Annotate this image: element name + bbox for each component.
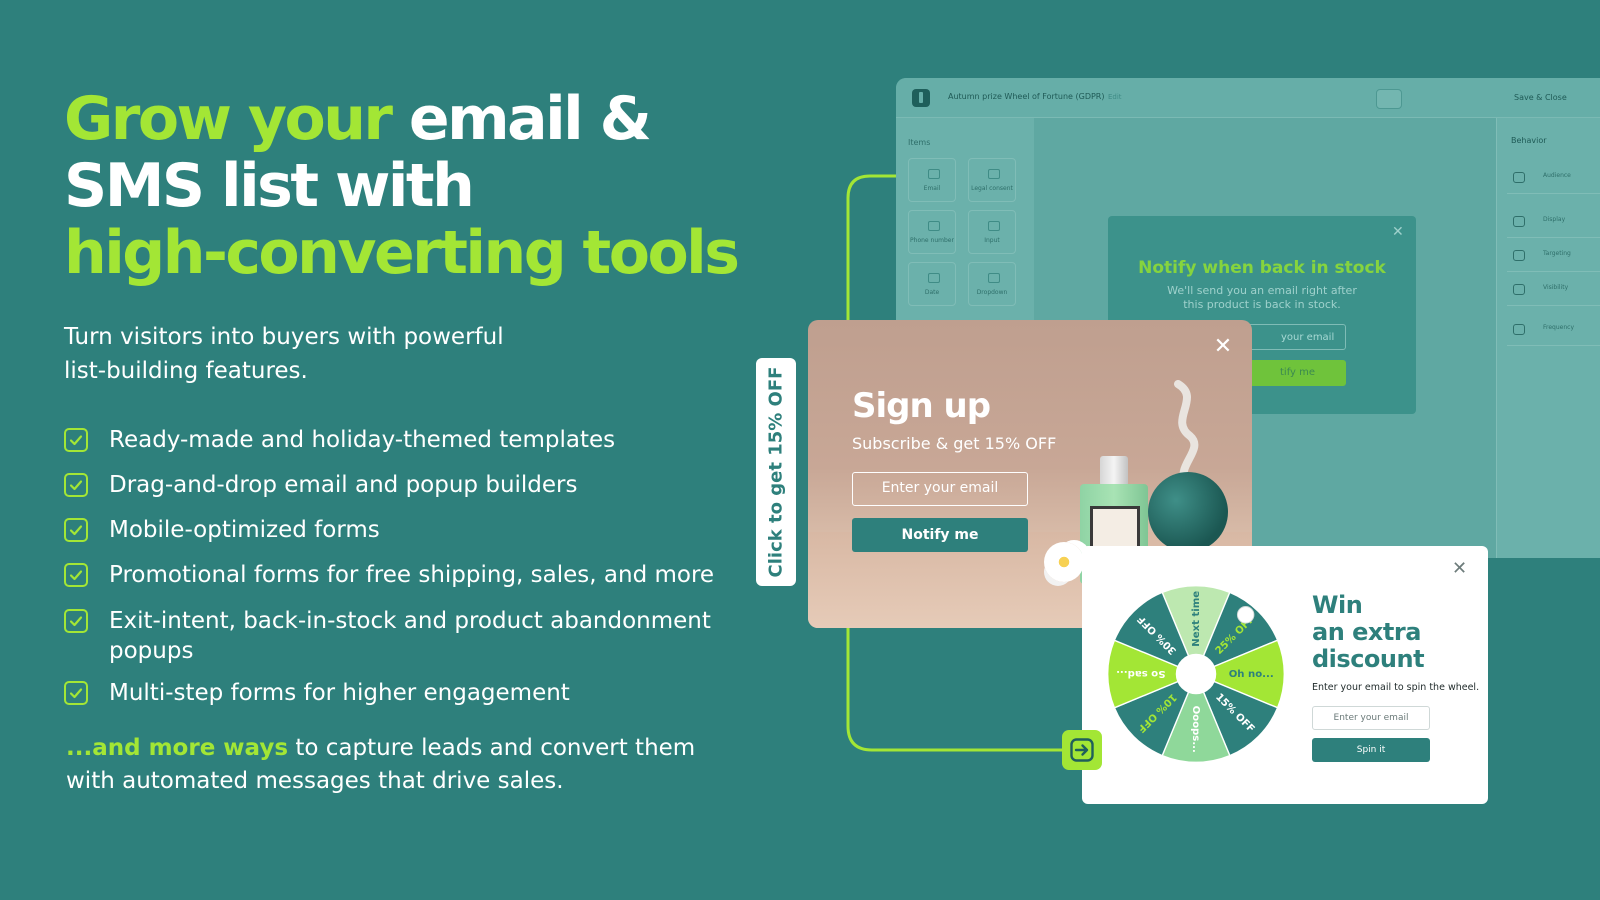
spin-wheel-popup: Next time 25% OFF Oh no... 15% OFF Ooops... 1… [1082,546,1488,804]
perfume-bottle-cap [1100,456,1128,486]
checkbox-checked-icon [64,609,88,633]
feature-text: Mobile-optimized forms [109,517,380,543]
targeting-icon [1513,250,1525,261]
feature-item: Drag-and-drop email and popup builders [64,470,744,500]
desktop-view-icon[interactable] [1376,89,1402,109]
headline-part-2: email & [390,84,652,154]
behavior-row-label: Display [1543,216,1566,223]
behavior-row-label: Audience [1543,172,1571,179]
intro-line-1: Turn visitors into buyers with powerful [64,324,504,350]
redo-icon[interactable] [1470,89,1490,109]
wheel-hub [1175,653,1217,695]
checkbox-checked-icon [64,563,88,587]
close-icon[interactable]: ✕ [1392,224,1404,240]
wheel-subtitle: Enter your email to spin the wheel. [1312,682,1480,693]
behavior-label: Behavior [1511,136,1547,145]
frequency-icon [1513,324,1525,335]
items-label: Items [908,138,931,147]
feature-text: Promotional forms for free shipping, sal… [109,562,715,588]
feature-item: Multi-step forms for higher engagement [64,678,744,708]
behavior-row-visibility[interactable]: Visibility [1507,276,1600,306]
close-icon[interactable]: ✕ [1212,336,1234,358]
display-icon [1513,216,1525,227]
headline-part-1: Grow your [64,84,393,154]
vertical-discount-tab[interactable]: Click to get 15% OFF [756,358,796,586]
visibility-icon [1513,284,1525,295]
outro-highlight: ...and more ways [66,735,289,761]
wheel-pointer-icon [1236,606,1255,624]
wheel-title-line-1: Win [1312,591,1363,619]
checkbox-checked-icon [64,428,88,452]
feature-text: Multi-step forms for higher engagement [109,680,570,706]
wheel-segment-label: Next time [1191,591,1202,647]
builder-edit-link[interactable]: Edit [1108,93,1122,101]
feature-item: Mobile-optimized forms [64,515,744,545]
checkbox-checked-icon [64,681,88,705]
builder-behavior-panel: Behavior Audience Display Targeting Visi… [1496,118,1600,558]
undo-icon[interactable] [1444,89,1464,109]
wheel-email-input[interactable]: Enter your email [1312,706,1430,730]
signup-title: Sign up [852,386,991,426]
headline-part-3: SMS list with [64,151,475,221]
behavior-row-frequency[interactable]: Frequency [1507,316,1600,346]
feature-item: Promotional forms for free shipping, sal… [64,560,744,590]
signup-email-input[interactable]: Enter your email [852,472,1028,506]
signup-subtitle: Subscribe & get 15% OFF [852,434,1057,453]
notify-sub-line-1: We'll send you an email right after [1167,284,1357,297]
wheel-segment-label: Ooops... [1190,706,1201,753]
wheel-title: Win an extra discount [1312,592,1472,673]
behavior-row-label: Targeting [1543,250,1571,257]
feature-text: Exit-intent, back-in-stock and product a… [109,606,711,666]
notify-title: Notify when back in stock [1138,258,1386,278]
spin-it-button[interactable]: Spin it [1312,738,1430,762]
app-logo-icon [912,89,930,107]
feature-text: Drag-and-drop email and popup builders [109,472,578,498]
mobile-view-icon[interactable] [1404,89,1424,109]
feature-text: Ready-made and holiday-themed templates [109,427,616,453]
feature-text-line-2: popups [109,638,194,664]
wheel-title-line-2: an extra [1312,618,1421,646]
feature-item: Ready-made and holiday-themed templates [64,425,744,455]
feature-text-line-1: Exit-intent, back-in-stock and product a… [109,608,711,634]
behavior-row-label: Frequency [1543,324,1574,331]
wheel-segment-label: So sad... [1116,668,1165,679]
behavior-row-display[interactable]: Display [1507,208,1600,238]
wheel-title-line-3: discount [1312,645,1425,673]
headline: Grow your email & SMS list with high-con… [64,86,784,287]
behavior-row-targeting[interactable]: Targeting [1507,242,1600,272]
outro-text-2: with automated messages that drive sales… [66,768,564,794]
outro-text: ...and more ways to capture leads and co… [66,732,746,798]
wheel-segment-label: Oh no... [1229,669,1274,680]
arrow-right-box-icon[interactable] [1062,730,1102,770]
notify-subtitle: We'll send you an email right after this … [1148,284,1376,312]
headline-part-4: high-converting tools [64,218,740,288]
behavior-row-label: Visibility [1543,284,1569,291]
outro-text-1: to capture leads and convert them [288,735,696,761]
prize-wheel[interactable]: Next time 25% OFFOh no...15% OFFOoops...1… [1104,582,1288,766]
vertical-tab-label: Click to get 15% OFF [765,366,787,578]
flower-image [1044,542,1084,582]
save-close-button[interactable]: Save & Close [1514,93,1567,102]
close-icon[interactable]: ✕ [1452,558,1467,579]
notify-me-button[interactable]: Notify me [852,518,1028,552]
builder-form-title: Autumn prize Wheel of Fortune (GDPR) [948,92,1105,101]
checkbox-checked-icon [64,473,88,497]
builder-toolbar: Autumn prize Wheel of Fortune (GDPR) Edi… [896,78,1600,118]
intro-line-2: list-building features. [64,358,308,384]
intro-text: Turn visitors into buyers with powerful … [64,320,544,388]
checkbox-checked-icon [64,518,88,542]
audience-icon [1513,172,1525,183]
decorative-sphere [1148,472,1228,552]
feature-item: Exit-intent, back-in-stock and product a… [64,606,744,666]
notify-sub-line-2: this product is back in stock. [1183,298,1341,311]
behavior-row-audience[interactable]: Audience [1507,164,1600,194]
